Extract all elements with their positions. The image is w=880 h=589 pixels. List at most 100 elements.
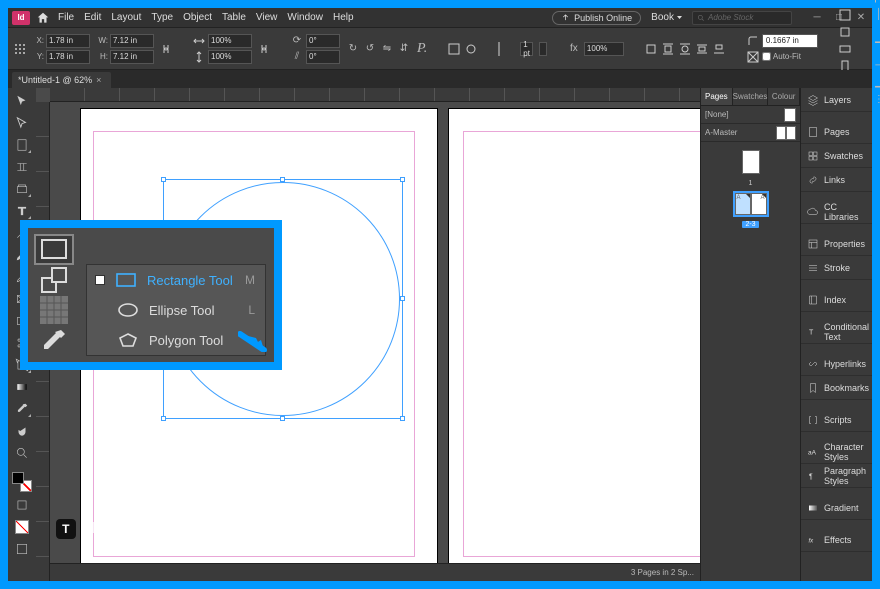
flyout-ellipse-tool[interactable]: Ellipse Tool L (87, 295, 265, 325)
big-swap-fill-stroke-icon[interactable] (34, 265, 74, 295)
text-wrap-none-icon[interactable] (644, 42, 658, 56)
y-field[interactable]: 1.78 in (46, 50, 90, 64)
fit-content-frame-icon[interactable] (838, 42, 852, 56)
align-left-icon[interactable]: ▏ (872, 0, 880, 5)
align-right-icon[interactable]: ▕ (872, 25, 880, 39)
flip-h-icon[interactable]: ⇋ (380, 42, 394, 56)
page-thumb-spread-2-3[interactable]: A A (735, 193, 767, 215)
rail-paragraph-styles[interactable]: ¶Paragraph Styles (801, 464, 872, 488)
fit-content-prop-icon[interactable] (838, 8, 852, 22)
rail-stroke[interactable]: Stroke (801, 256, 872, 280)
page-thumb-1[interactable] (742, 150, 760, 174)
menu-edit[interactable]: Edit (84, 12, 101, 23)
master-a-row[interactable]: A-Master (701, 124, 800, 142)
zoom-tool[interactable] (12, 444, 32, 462)
constrain-scale-icon[interactable] (258, 42, 270, 56)
handle-tr[interactable] (400, 177, 405, 182)
format-container-icon[interactable] (12, 496, 32, 514)
content-collector-tool[interactable] (12, 180, 32, 198)
rail-conditional-text[interactable]: TConditional Text (801, 320, 872, 344)
hand-tool[interactable] (12, 422, 32, 440)
h-field[interactable]: 7.12 in (110, 50, 154, 64)
menu-type[interactable]: Type (151, 12, 173, 23)
text-wrap-next-icon[interactable] (712, 42, 726, 56)
fx-icon[interactable]: fx (567, 42, 581, 56)
tab-swatches[interactable]: Swatches (733, 88, 769, 105)
text-wrap-bbox-icon[interactable] (661, 42, 675, 56)
align-vcenter-icon[interactable]: ─ (872, 59, 880, 73)
page-right[interactable] (448, 108, 700, 563)
scale-x-field[interactable]: 100% (208, 34, 252, 48)
align-top-icon[interactable]: ▔ (872, 42, 880, 56)
menu-help[interactable]: Help (333, 12, 354, 23)
menu-window[interactable]: Window (287, 12, 323, 23)
frame-fit-icon[interactable] (746, 50, 760, 64)
align-hcenter-icon[interactable]: │ (872, 8, 880, 22)
flip-v-icon[interactable]: ⇵ (397, 42, 411, 56)
eyedropper-tool[interactable] (12, 400, 32, 418)
close-button[interactable]: ✕ (854, 11, 868, 25)
tab-colour[interactable]: Colour (768, 88, 800, 105)
x-field[interactable]: 1.78 in (46, 34, 90, 48)
w-field[interactable]: 7.12 in (110, 34, 154, 48)
handle-r[interactable] (400, 296, 405, 301)
rail-swatches[interactable]: Swatches (801, 144, 872, 168)
stroke-style-field[interactable] (539, 42, 547, 56)
rotate-cw-icon[interactable]: ↻ (346, 42, 360, 56)
handle-bl[interactable] (161, 416, 166, 421)
handle-b[interactable] (280, 416, 285, 421)
scale-y-field[interactable]: 100% (208, 50, 252, 64)
constrain-wh-icon[interactable] (160, 42, 172, 56)
menu-object[interactable]: Object (183, 12, 212, 23)
shear-field[interactable]: 0° (306, 50, 340, 64)
menu-view[interactable]: View (256, 12, 278, 23)
menu-file[interactable]: File (58, 12, 74, 23)
rail-index[interactable]: Index (801, 288, 872, 312)
opacity-field[interactable]: 100% (584, 42, 624, 56)
rail-hyperlinks[interactable]: Hyperlinks (801, 352, 872, 376)
ruler-horizontal[interactable] (50, 88, 700, 102)
document-tab[interactable]: *Untitled-1 @ 62% × (12, 72, 111, 88)
apply-none-icon[interactable] (12, 518, 32, 536)
corner-size-field[interactable]: 0.1667 in (762, 34, 818, 48)
direct-selection-tool[interactable] (12, 114, 32, 132)
minimize-button[interactable]: ─ (810, 11, 824, 25)
select-content-icon[interactable] (464, 42, 478, 56)
rail-pages[interactable]: Pages (801, 120, 872, 144)
rail-cc-libraries[interactable]: CC Libraries (801, 200, 872, 224)
selection-tool[interactable] (12, 92, 32, 110)
rail-properties[interactable]: Properties (801, 232, 872, 256)
text-wrap-shape-icon[interactable] (678, 42, 692, 56)
fill-swatch-icon[interactable] (498, 42, 500, 56)
big-gradient-grid-icon[interactable] (34, 295, 74, 325)
distribute-h-icon[interactable]: ⋮ (872, 93, 880, 107)
rail-bookmarks[interactable]: Bookmarks (801, 376, 872, 400)
handle-t[interactable] (280, 177, 285, 182)
rail-scripts[interactable]: Scripts (801, 408, 872, 432)
flyout-rectangle-tool[interactable]: Rectangle Tool M (87, 265, 265, 295)
select-container-icon[interactable] (447, 42, 461, 56)
workspace-switcher[interactable]: Book ▾ (651, 12, 682, 23)
rail-effects[interactable]: fxEffects (801, 528, 872, 552)
rail-gradient[interactable]: Gradient (801, 496, 872, 520)
menu-layout[interactable]: Layout (111, 12, 141, 23)
gap-tool[interactable] (12, 158, 32, 176)
stroke-weight-field[interactable]: 1 pt (520, 42, 533, 56)
rail-links[interactable]: Links (801, 168, 872, 192)
handle-tl[interactable] (161, 177, 166, 182)
handle-br[interactable] (400, 416, 405, 421)
reference-point-icon[interactable] (14, 42, 26, 56)
gradient-swatch-tool[interactable] (12, 378, 32, 396)
close-tab-icon[interactable]: × (96, 75, 101, 85)
menu-table[interactable]: Table (222, 12, 246, 23)
auto-fit-checkbox[interactable]: Auto-Fit (762, 52, 801, 61)
type-tool[interactable] (12, 202, 32, 220)
rail-layers[interactable]: Layers (801, 88, 872, 112)
publish-online-button[interactable]: Publish Online (552, 11, 641, 25)
fit-frame-prop-icon[interactable] (838, 25, 852, 39)
page-tool[interactable] (12, 136, 32, 154)
stock-search-input[interactable]: Adobe Stock (692, 11, 792, 25)
big-rectangle-tool-icon[interactable] (34, 234, 74, 265)
rail-character-styles[interactable]: aACharacter Styles (801, 440, 872, 464)
big-eyedropper-icon[interactable] (34, 326, 74, 356)
